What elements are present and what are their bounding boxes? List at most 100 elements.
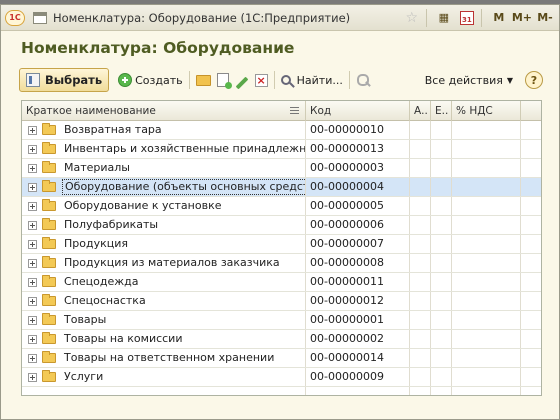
- edit-button[interactable]: [232, 68, 252, 92]
- vat-cell[interactable]: [452, 235, 521, 253]
- expand-icon[interactable]: [28, 239, 37, 249]
- find-button[interactable]: Найти...: [278, 68, 346, 92]
- code-cell[interactable]: 00-00000012: [306, 292, 410, 310]
- name-cell[interactable]: Услуги: [22, 368, 306, 386]
- vat-cell[interactable]: [452, 216, 521, 234]
- a-cell[interactable]: [410, 178, 431, 196]
- table-row[interactable]: Товары на комиссии 00-00000002: [22, 330, 541, 349]
- expand-icon[interactable]: [28, 258, 37, 268]
- a-cell[interactable]: [410, 311, 431, 329]
- table-row[interactable]: Спецоснастка 00-00000012: [22, 292, 541, 311]
- e-cell[interactable]: [431, 140, 452, 158]
- e-cell[interactable]: [431, 311, 452, 329]
- favorite-star-icon[interactable]: ☆: [402, 8, 422, 28]
- code-cell[interactable]: 00-00000010: [306, 121, 410, 139]
- vat-cell[interactable]: [452, 159, 521, 177]
- expand-icon[interactable]: [28, 201, 37, 211]
- cancel-search-button[interactable]: [353, 68, 373, 92]
- create-button[interactable]: Создать: [115, 68, 186, 92]
- e-cell[interactable]: [431, 292, 452, 310]
- vat-cell[interactable]: [452, 311, 521, 329]
- expand-icon[interactable]: [28, 296, 37, 306]
- column-header-a[interactable]: А..: [410, 101, 431, 121]
- code-cell[interactable]: 00-00000014: [306, 349, 410, 367]
- code-cell[interactable]: 00-00000007: [306, 235, 410, 253]
- code-cell[interactable]: 00-00000004: [306, 178, 410, 196]
- memory-m-plus-button[interactable]: M+: [512, 8, 532, 28]
- memory-m-minus-button[interactable]: M-: [535, 8, 555, 28]
- table-row[interactable]: Материалы 00-00000003: [22, 159, 541, 178]
- a-cell[interactable]: [410, 330, 431, 348]
- vat-cell[interactable]: [452, 330, 521, 348]
- code-cell[interactable]: 00-00000009: [306, 368, 410, 386]
- table-row[interactable]: Полуфабрикаты 00-00000006: [22, 216, 541, 235]
- code-cell[interactable]: 00-00000008: [306, 254, 410, 272]
- vat-cell[interactable]: [452, 273, 521, 291]
- table-row[interactable]: Возвратная тара 00-00000010: [22, 121, 541, 140]
- catalog-table[interactable]: Краткое наименование Код А.. Е.. % НДС В…: [21, 100, 542, 396]
- code-cell[interactable]: 00-00000006: [306, 216, 410, 234]
- memory-m-button[interactable]: M: [489, 8, 509, 28]
- name-cell[interactable]: Продукция: [22, 235, 306, 253]
- table-row[interactable]: Товары на ответственном хранении 00-00000…: [22, 349, 541, 368]
- delete-button[interactable]: ×: [252, 68, 271, 92]
- vat-cell[interactable]: [452, 292, 521, 310]
- name-cell[interactable]: Оборудование к установке: [22, 197, 306, 215]
- calendar-icon[interactable]: 31: [457, 8, 477, 28]
- vat-cell[interactable]: [452, 140, 521, 158]
- code-cell[interactable]: 00-00000005: [306, 197, 410, 215]
- 1c-logo-icon[interactable]: 1С: [5, 9, 25, 26]
- e-cell[interactable]: [431, 330, 452, 348]
- a-cell[interactable]: [410, 235, 431, 253]
- a-cell[interactable]: [410, 273, 431, 291]
- name-cell[interactable]: Товары: [22, 311, 306, 329]
- table-row[interactable]: Товары 00-00000001: [22, 311, 541, 330]
- code-cell[interactable]: 00-00000001: [306, 311, 410, 329]
- expand-icon[interactable]: [28, 353, 37, 363]
- name-cell[interactable]: Возвратная тара: [22, 121, 306, 139]
- e-cell[interactable]: [431, 349, 452, 367]
- e-cell[interactable]: [431, 197, 452, 215]
- calculator-icon[interactable]: ▦: [434, 8, 454, 28]
- code-cell[interactable]: 00-00000003: [306, 159, 410, 177]
- all-actions-menu[interactable]: Все действия ▼: [425, 74, 513, 87]
- e-cell[interactable]: [431, 159, 452, 177]
- a-cell[interactable]: [410, 159, 431, 177]
- code-cell[interactable]: 00-00000002: [306, 330, 410, 348]
- table-row[interactable]: Услуги 00-00000009: [22, 368, 541, 387]
- name-cell[interactable]: Инвентарь и хозяйственные принадлежности: [22, 140, 306, 158]
- a-cell[interactable]: [410, 197, 431, 215]
- name-cell[interactable]: Оборудование (объекты основных средств): [22, 178, 306, 196]
- a-cell[interactable]: [410, 368, 431, 386]
- help-button[interactable]: ?: [525, 71, 543, 89]
- table-row[interactable]: Оборудование (объекты основных средств) 0…: [22, 178, 541, 197]
- vat-cell[interactable]: [452, 254, 521, 272]
- expand-icon[interactable]: [28, 125, 37, 135]
- a-cell[interactable]: [410, 216, 431, 234]
- name-cell[interactable]: Товары на ответственном хранении: [22, 349, 306, 367]
- vat-cell[interactable]: [452, 349, 521, 367]
- e-cell[interactable]: [431, 121, 452, 139]
- column-header-name[interactable]: Краткое наименование: [22, 101, 306, 121]
- name-cell[interactable]: Материалы: [22, 159, 306, 177]
- expand-icon[interactable]: [28, 277, 37, 287]
- expand-icon[interactable]: [28, 372, 37, 382]
- e-cell[interactable]: [431, 235, 452, 253]
- table-row[interactable]: Оборудование к установке 00-00000005: [22, 197, 541, 216]
- a-cell[interactable]: [410, 254, 431, 272]
- expand-icon[interactable]: [28, 163, 37, 173]
- a-cell[interactable]: [410, 292, 431, 310]
- column-header-vat[interactable]: % НДС: [452, 101, 521, 121]
- e-cell[interactable]: [431, 254, 452, 272]
- e-cell[interactable]: [431, 178, 452, 196]
- copy-button[interactable]: [214, 68, 232, 92]
- code-cell[interactable]: 00-00000013: [306, 140, 410, 158]
- expand-icon[interactable]: [28, 334, 37, 344]
- table-row[interactable]: Инвентарь и хозяйственные принадлежности…: [22, 140, 541, 159]
- a-cell[interactable]: [410, 121, 431, 139]
- expand-icon[interactable]: [28, 220, 37, 230]
- vat-cell[interactable]: [452, 368, 521, 386]
- name-cell[interactable]: Полуфабрикаты: [22, 216, 306, 234]
- e-cell[interactable]: [431, 216, 452, 234]
- name-cell[interactable]: Спецодежда: [22, 273, 306, 291]
